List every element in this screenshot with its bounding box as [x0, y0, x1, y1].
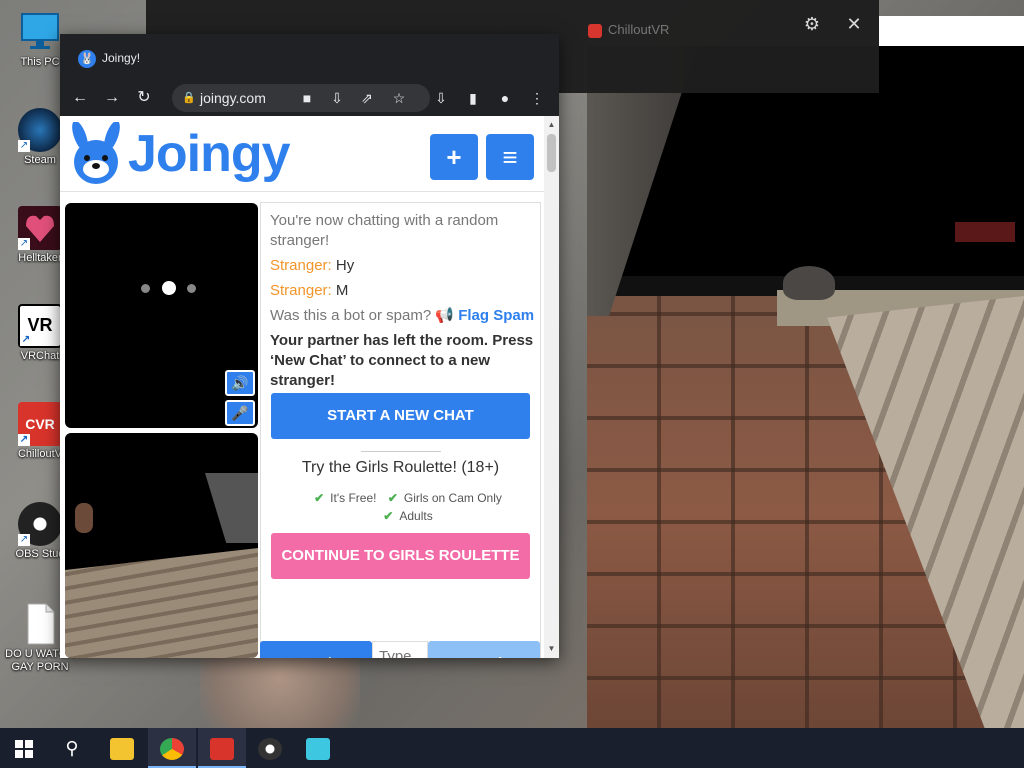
new-chat-button[interactable]: New Chat	[260, 641, 372, 658]
lock-icon: 🔒	[182, 92, 196, 104]
start-new-chat-button[interactable]: START A NEW CHAT	[271, 393, 530, 439]
overlay-tab[interactable]: ChilloutVR	[588, 18, 728, 42]
flag-spam-link[interactable]: 📢 Flag Spam	[435, 307, 534, 324]
promo-feature: It's Free!	[330, 491, 377, 505]
obs-taskbar-icon[interactable]	[246, 728, 294, 768]
joingy-logo[interactable]: Joingy	[66, 122, 300, 186]
scroll-down-arrow-icon[interactable]: ▼	[544, 642, 559, 656]
scroll-up-arrow-icon[interactable]: ▲	[544, 118, 559, 132]
steam-icon: ↗	[18, 108, 62, 152]
promo-feature: Adults	[399, 509, 433, 523]
continue-girls-roulette-button[interactable]: CONTINUE TO GIRLS ROULETTE	[271, 533, 530, 579]
obs-icon: ↗	[18, 502, 62, 546]
bookmark-star-icon[interactable]: ☆	[388, 86, 410, 110]
chat-panel: You're now chatting with a random strang…	[260, 202, 541, 658]
shortcut-arrow-icon: ↗	[18, 140, 30, 152]
game-object	[955, 222, 1015, 242]
page-scrollbar[interactable]: ▲ ▼	[544, 116, 559, 658]
taskbar: ⚲	[0, 728, 1024, 768]
window-edge	[879, 16, 1024, 46]
stranger-video: 🔊 🎤	[65, 203, 258, 428]
shortcut-arrow-icon: ↗	[18, 434, 30, 446]
chat-message: Stranger: Hy	[270, 256, 536, 276]
kebab-menu-icon[interactable]: ⋮	[526, 86, 548, 110]
check-icon: ✔	[314, 491, 325, 505]
microphone-icon[interactable]: 🎤	[225, 400, 255, 426]
speaker-volume-icon[interactable]: 🔊	[225, 370, 255, 396]
avatar-figure	[75, 503, 93, 533]
install-icon[interactable]: ⇩	[326, 86, 348, 110]
profile-icon[interactable]: ●	[494, 86, 516, 110]
scrollbar-thumb[interactable]	[547, 134, 556, 172]
helltaker-icon: ↗	[18, 206, 62, 250]
send-button[interactable]: Send	[428, 641, 540, 658]
shortcut-arrow-icon: ↗	[20, 334, 32, 346]
windows-start-icon[interactable]	[0, 728, 48, 768]
bunny-logo-icon	[72, 122, 120, 184]
vrchat-icon: VR ↗	[18, 304, 62, 348]
browser-window: 🐰 Joingy! ← → ↻ 🔒 joingy.com ■ ⇩ ⇗ ☆ ⇩ ▮…	[60, 34, 559, 658]
chilloutvr-taskbar-icon[interactable]	[198, 728, 246, 768]
self-camera-feed	[65, 473, 258, 658]
shortcut-arrow-icon: ↗	[18, 534, 30, 546]
chrome-icon[interactable]	[148, 728, 196, 768]
message-input[interactable]	[372, 641, 428, 658]
spam-prompt: Was this a bot or spam?	[270, 307, 432, 324]
overlay-tab-title: ChilloutVR	[608, 22, 670, 37]
side-panel-icon[interactable]: ▮	[462, 86, 484, 110]
close-icon[interactable]: ✕	[842, 12, 866, 36]
download-icon[interactable]: ⇩	[430, 86, 452, 110]
game-rock	[783, 266, 835, 300]
browser-tab-title: Joingy!	[102, 51, 141, 65]
vrchat-badge: VR	[27, 315, 53, 335]
joingy-favicon-icon: 🐰	[78, 50, 96, 68]
chat-input-row: New Chat Send	[260, 641, 541, 658]
chilloutvr-icon: CVR ↗	[18, 402, 62, 446]
share-icon[interactable]: ⇗	[356, 86, 378, 110]
self-camera-video	[65, 433, 258, 658]
site-header: Joingy + ≡	[60, 116, 544, 192]
add-plus-button[interactable]: +	[430, 134, 478, 180]
check-icon: ✔	[383, 509, 394, 523]
message-author: Stranger:	[270, 282, 332, 299]
loading-dots	[141, 281, 201, 295]
app-taskbar-icon[interactable]	[294, 728, 342, 768]
chat-log: You're now chatting with a random strang…	[270, 211, 536, 396]
flag-spam-label: Flag Spam	[458, 307, 535, 324]
shortcut-arrow-icon: ↗	[18, 238, 30, 250]
promo-features: ✔ It's Free! ✔ Girls on Cam Only ✔ Adults	[279, 489, 529, 525]
forward-arrow-icon[interactable]: →	[100, 86, 124, 110]
message-text: M	[335, 282, 349, 299]
file-explorer-icon[interactable]	[98, 728, 146, 768]
text-file-icon	[18, 602, 62, 646]
page-viewport: Joingy + ≡ 🔊 🎤 You're now chatting with …	[60, 116, 559, 658]
reload-icon[interactable]: ↻	[132, 86, 156, 110]
vr-game-view[interactable]	[587, 46, 1024, 728]
divider	[361, 451, 441, 452]
chat-intro: You're now chatting with a random strang…	[270, 212, 499, 249]
megaphone-icon: 📢	[435, 307, 455, 324]
camera-icon[interactable]: ■	[296, 86, 318, 110]
chilloutvr-badge: CVR	[25, 416, 55, 432]
partner-left-notice: Your partner has left the room. Press ‘N…	[270, 332, 534, 389]
monitor-icon	[18, 10, 62, 54]
chat-message: Stranger: M	[270, 281, 536, 301]
chilloutvr-icon	[588, 23, 602, 38]
message-text: Hy	[335, 257, 355, 274]
message-author: Stranger:	[270, 257, 332, 274]
promo-feature: Girls on Cam Only	[403, 491, 502, 505]
browser-toolbar: ← → ↻ 🔒 joingy.com ■ ⇩ ⇗ ☆ ⇩ ▮ ● ⋮	[60, 80, 559, 116]
browser-titlebar[interactable]: 🐰 Joingy!	[60, 34, 559, 80]
promo-title: Try the Girls Roulette! (18+)	[301, 459, 500, 476]
check-icon: ✔	[387, 491, 398, 505]
address-bar-url: joingy.com	[200, 90, 266, 106]
hamburger-menu-button[interactable]: ≡	[486, 134, 534, 180]
search-icon[interactable]: ⚲	[48, 728, 96, 768]
back-arrow-icon[interactable]: ←	[68, 86, 92, 110]
settings-gear-icon[interactable]: ⚙	[800, 12, 824, 36]
logo-wordmark: Joingy	[128, 125, 291, 183]
